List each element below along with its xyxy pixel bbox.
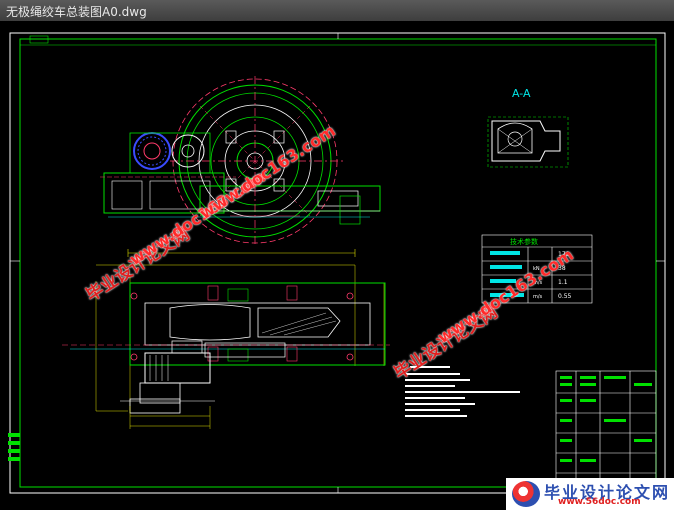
unit-3: m/s (533, 294, 543, 300)
title-block (555, 370, 657, 488)
param-4: 0.55 (558, 293, 572, 300)
section-label: A-A (512, 87, 531, 100)
window-title: 无极绳绞车总装图A0.dwg (6, 5, 147, 19)
badge-url: www.56doc.com (558, 497, 641, 507)
cad-drawing: A-A 技术参数 170 38 1.1 0.55 kN m/s m/s (8, 32, 666, 494)
site-logo-icon (512, 481, 540, 507)
technical-notes (405, 366, 520, 417)
window-titlebar: 无极绳绞车总装图A0.dwg (0, 0, 674, 22)
section-view-aa (487, 116, 569, 168)
param-3: 1.1 (558, 279, 568, 286)
cad-drawing-canvas[interactable]: A-A 技术参数 170 38 1.1 0.55 kN m/s m/s 毕业设计… (0, 21, 674, 510)
title-block-text (560, 376, 652, 483)
site-badge[interactable]: 毕业设计论文网 www.56doc.com (506, 478, 674, 510)
motor-reducer-plan (120, 340, 286, 429)
table-header: 技术参数 (510, 237, 538, 246)
